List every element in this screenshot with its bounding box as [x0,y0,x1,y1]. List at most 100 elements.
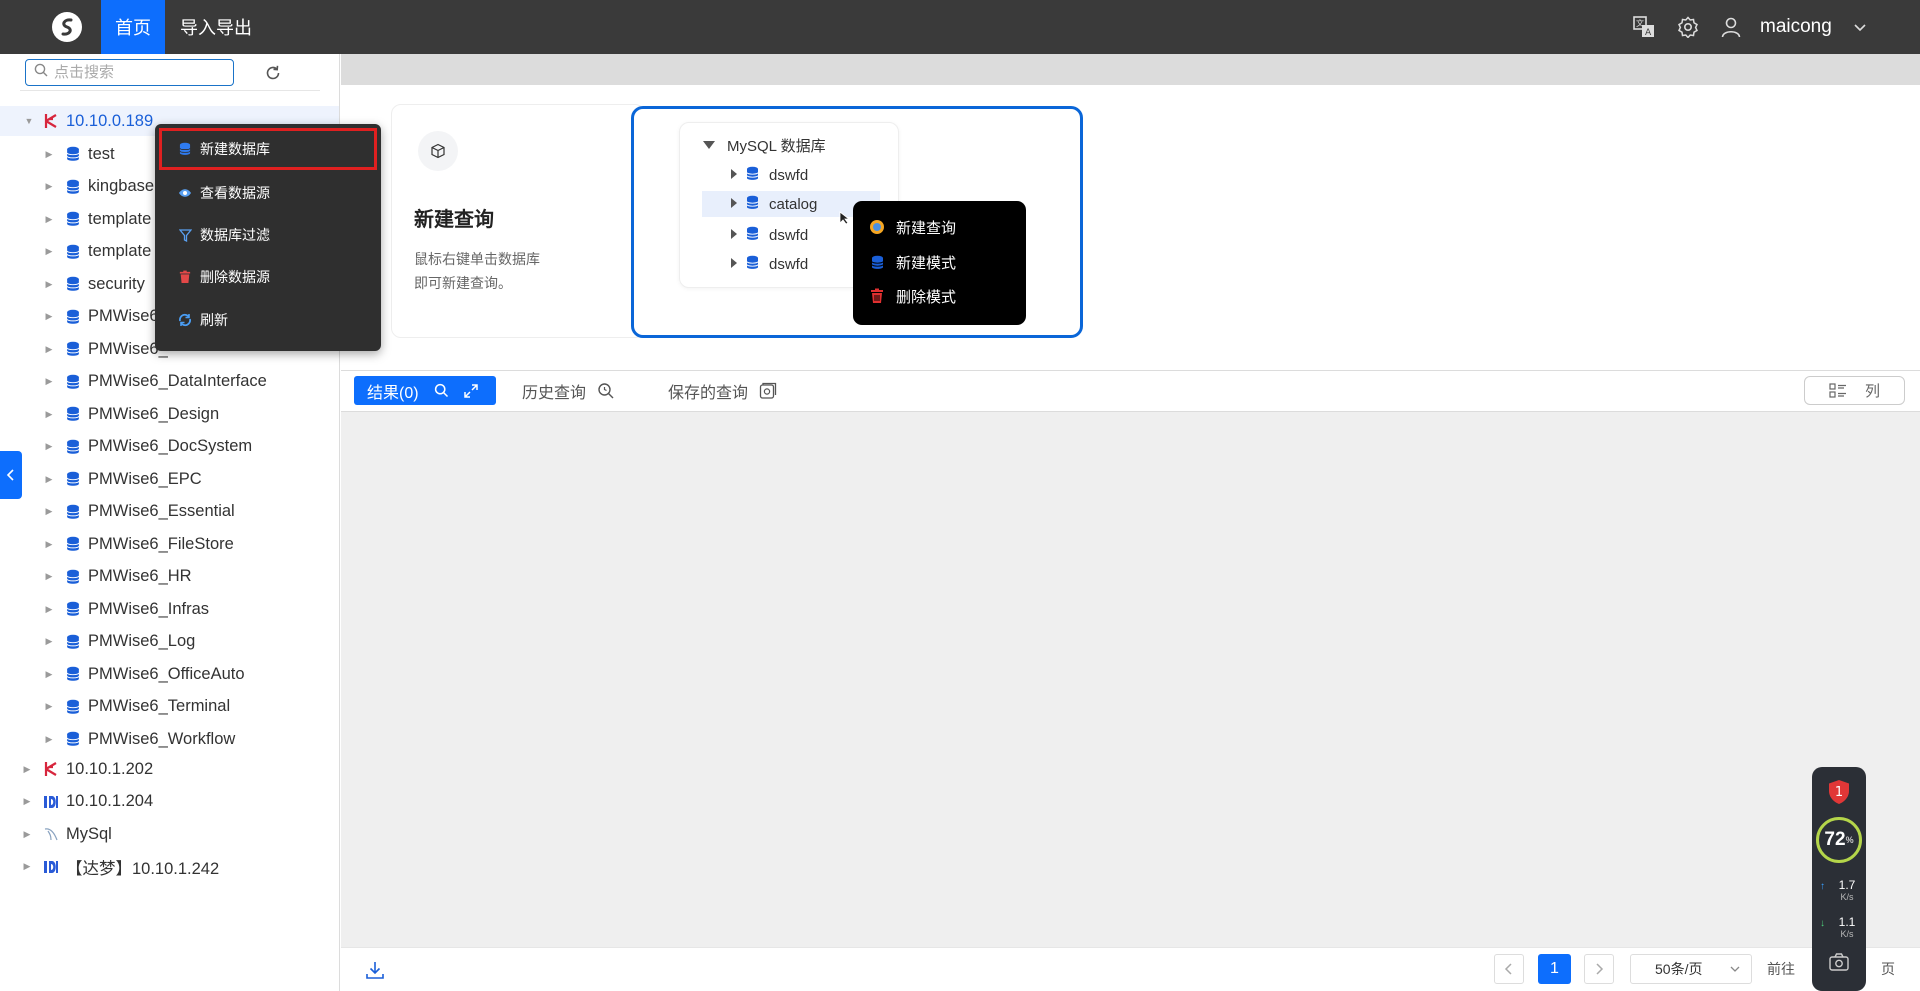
cpu-usage-gauge: 72% [1816,817,1862,863]
page-number-current[interactable]: 1 [1538,954,1571,984]
database-icon [65,536,81,552]
page-size-select[interactable]: 50条/页 [1630,954,1752,984]
tree-node-database[interactable]: ▶ PMWise6_Terminal [0,692,339,722]
prev-page-button[interactable] [1494,954,1524,984]
search-input-wrapper[interactable] [25,59,234,86]
nav-import-export-tab[interactable]: 导入导出 [180,0,252,54]
tree-node-label: PMWise6_HR [88,567,192,585]
search-icon[interactable] [434,383,449,398]
caret-right-icon[interactable]: ▶ [44,376,54,387]
caret-right-icon[interactable]: ▶ [44,441,54,452]
menu-item-label: 刷新 [200,312,228,328]
database-icon [65,211,81,227]
expand-icon[interactable] [463,383,478,398]
caret-down-icon [702,137,716,154]
demo-menu-label: 新建查询 [896,219,957,237]
database-icon [65,276,81,292]
tree-node-database[interactable]: ▶ PMWise6_EPC [0,464,339,494]
shield-icon[interactable]: 1 [1827,779,1851,805]
tree-node-database[interactable]: ▶ PMWise6_Workflow [0,724,339,754]
description-line: 鼠标右键单击数据库 [414,251,540,267]
dameng-icon [43,794,59,810]
database-icon [65,374,81,390]
menu-item-delete-datasource[interactable]: 删除数据源 [159,256,377,298]
columns-button[interactable]: 列 [1804,376,1905,405]
caret-right-icon[interactable]: ▶ [44,636,54,647]
caret-right-icon[interactable]: ▶ [44,214,54,224]
nav-home-tab[interactable]: 首页 [101,0,165,54]
menu-item-refresh[interactable]: 刷新 [159,299,377,341]
caret-right-icon[interactable]: ▶ [44,246,54,257]
cursor-icon [839,211,851,230]
menu-item-database-filter[interactable]: 数据库过滤 [159,214,377,256]
caret-down-icon[interactable]: ▼ [24,116,34,126]
menu-item-label: 新建数据库 [200,141,270,157]
tree-node-label: PMWise6_FileStore [88,534,234,553]
tree-node-database[interactable]: ▶ PMWise6_Design [0,399,339,429]
caret-right-icon[interactable]: ▶ [44,181,54,192]
tree-node-database[interactable]: ▶ PMWise6_Essential [0,497,339,527]
caret-right-icon[interactable]: ▶ [44,539,54,549]
caret-right-icon[interactable]: ▶ [22,764,32,774]
caret-right-icon[interactable]: ▶ [44,311,54,322]
database-icon [65,504,81,520]
gear-icon[interactable] [1676,15,1700,39]
caret-right-icon[interactable]: ▶ [44,604,54,614]
username-label[interactable]: maicong [1760,0,1832,54]
caret-right-icon[interactable]: ▶ [44,571,54,582]
search-icon [34,63,48,82]
tree-node-database[interactable]: ▶ PMWise6_Infras [0,594,339,624]
download-icon[interactable] [365,960,385,985]
filter-icon [178,228,192,242]
tree-node-label: template [88,209,152,228]
caret-right-icon[interactable]: ▶ [44,669,54,679]
tree-node-label: PMWise6_Terminal [88,697,231,715]
tree-node-datasource[interactable]: ▶ 10.10.1.204 [0,787,339,817]
user-icon[interactable] [1719,15,1743,39]
translate-icon[interactable]: A文 [1632,15,1656,39]
trash-icon [869,288,885,304]
caret-right-icon[interactable]: ▶ [44,149,54,159]
tree-node-database[interactable]: ▶ PMWise6_DocSystem [0,432,339,462]
refresh-icon[interactable] [263,63,283,83]
tree-node-datasource[interactable]: ▶ MySql [0,819,339,849]
caret-right-icon[interactable]: ▶ [44,734,54,744]
tab-saved-queries[interactable]: 保存的查询 [668,376,777,405]
caret-right-icon[interactable]: ▶ [44,701,54,712]
demo-menu-item: 删除模式 [869,284,956,308]
caret-right-icon[interactable]: ▶ [44,409,54,419]
database-icon [746,166,759,185]
menu-item-new-database[interactable]: 新建数据库 [159,128,377,170]
caret-right-icon[interactable]: ▶ [22,861,32,872]
tree-node-label: 10.10.1.204 [66,792,154,810]
system-monitor-widget[interactable]: 1 72% ↑ 1.7 K/s ↓ 1.1 K/s [1812,767,1866,991]
tree-node-database[interactable]: ▶ PMWise6_DataInterface [0,367,339,397]
caret-right-icon[interactable]: ▶ [22,829,32,839]
svg-text:文: 文 [1636,18,1644,28]
tree-node-database[interactable]: ▶ PMWise6_OfficeAuto [0,659,339,689]
camera-icon[interactable] [1829,953,1849,973]
caret-right-icon[interactable]: ▶ [22,796,32,807]
chevron-down-icon[interactable] [1852,19,1868,35]
new-query-card: 新建查询 鼠标右键单击数据库 即可新建查询。 [391,104,645,338]
next-page-button[interactable] [1584,954,1614,984]
tab-history[interactable]: 历史查询 [522,376,615,405]
tree-node-datasource[interactable]: ▶ 10.10.1.202 [0,754,339,784]
collapse-sidebar-button[interactable] [0,451,22,499]
tree-node-database[interactable]: ▶ PMWise6_FileStore [0,529,339,559]
database-icon [65,244,81,260]
caret-right-icon[interactable]: ▶ [44,344,54,354]
menu-item-view-datasource[interactable]: 查看数据源 [159,172,377,214]
caret-right-icon[interactable]: ▶ [44,279,54,289]
caret-right-icon[interactable]: ▶ [44,474,54,484]
search-input[interactable] [54,64,224,81]
database-icon [65,634,81,650]
database-icon [65,406,81,422]
tree-node-datasource[interactable]: ▶ 【达梦】10.10.1.242 [0,852,339,882]
caret-right-icon[interactable]: ▶ [44,506,54,517]
tab-results[interactable]: 结果(0) [354,376,496,405]
tree-node-database[interactable]: ▶ PMWise6_Log [0,627,339,657]
tree-node-database[interactable]: ▶ PMWise6_HR [0,562,339,592]
caret-right-icon [730,167,738,184]
demo-root-label: MySQL 数据库 [727,137,826,155]
